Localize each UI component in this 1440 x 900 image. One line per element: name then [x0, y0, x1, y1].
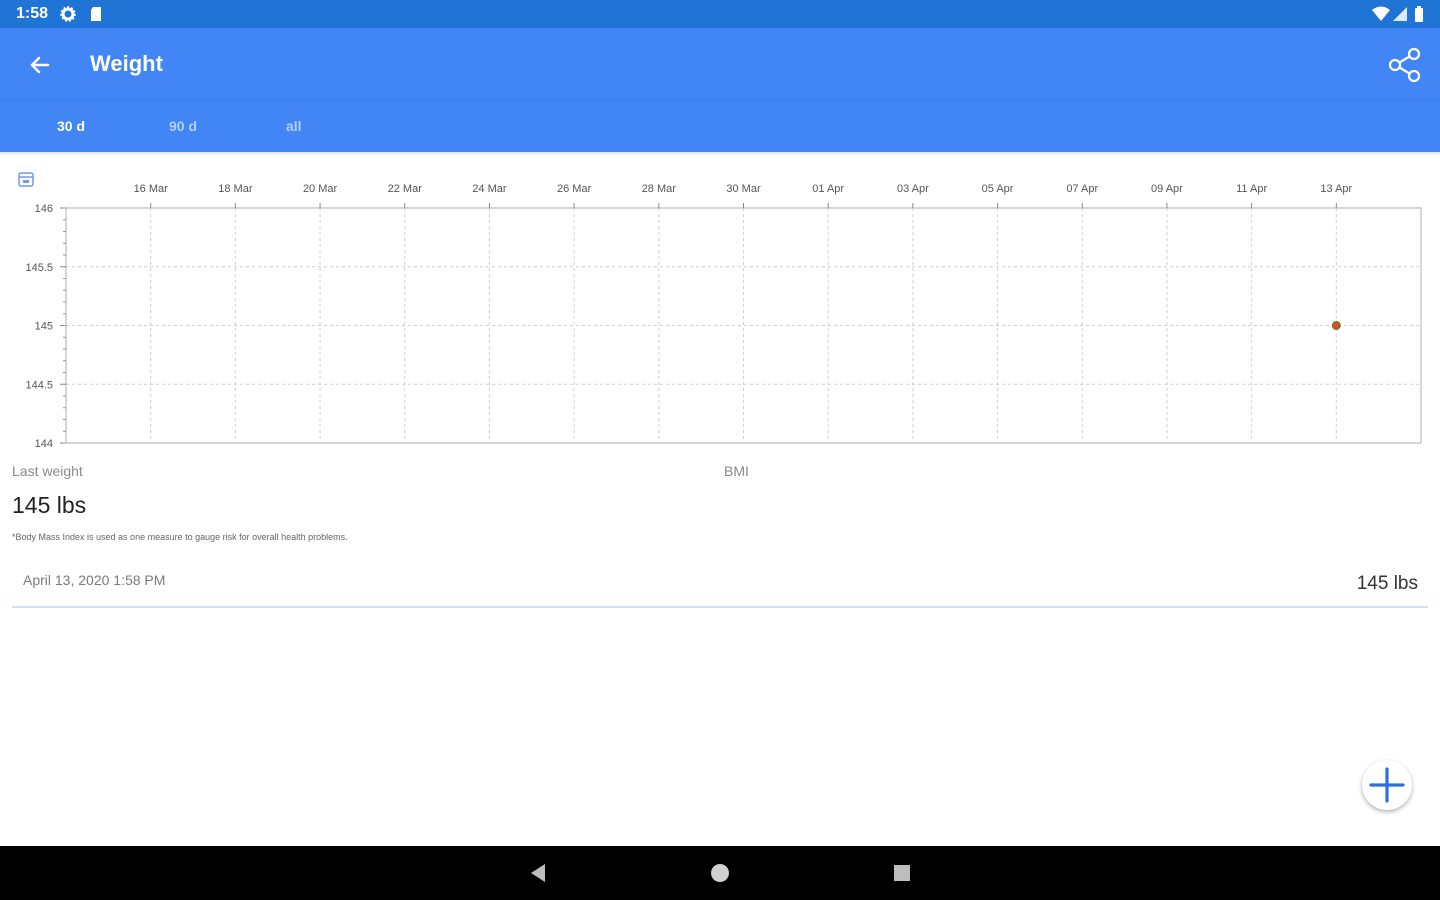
entry-divider [12, 606, 1428, 608]
y-tick-label: 146 [35, 203, 53, 215]
x-tick-label: 01 Apr [812, 183, 844, 195]
weight-screen: 1:58 Weight 30 d 90 d all 146 145.5 145 … [0, 0, 1440, 900]
last-weight-label: Last weight [12, 463, 83, 479]
nav-recents-button[interactable] [889, 860, 915, 886]
x-tick-label: 05 Apr [982, 183, 1014, 195]
calendar-icon[interactable] [18, 172, 34, 187]
x-tick-label: 26 Mar [557, 183, 592, 195]
x-tick-label: 22 Mar [388, 183, 423, 195]
last-weight-value: 145 lbs [12, 492, 87, 518]
x-tick-label: 11 Apr [1236, 183, 1267, 195]
x-tick-label: 16 Mar [134, 183, 169, 195]
entry-date: April 13, 2020 1:58 PM [23, 572, 166, 588]
y-tick-label: 145.5 [25, 262, 53, 274]
app-bar: Weight [0, 28, 1440, 100]
entry-value: 145 lbs [1356, 573, 1418, 594]
navigation-bar [0, 846, 1440, 900]
weight-chart: 146 145.5 145 144.5 144 16 Mar 18 Mar 20 Mar 22… [0, 160, 1440, 456]
chart-svg: 146 145.5 145 144.5 144 16 Mar 18 Mar 20 Mar 22… [18, 172, 1422, 450]
page-title: Weight [90, 51, 163, 76]
y-tick-label: 144.5 [25, 379, 53, 391]
share-icon [1388, 47, 1421, 83]
add-weight-button[interactable] [1362, 760, 1412, 810]
plus-icon [1369, 767, 1405, 803]
x-tick-label: 09 Apr [1151, 183, 1183, 195]
back-triangle-icon [531, 864, 545, 882]
battery-icon [1414, 6, 1424, 27]
settings-icon [60, 6, 76, 27]
tab-all[interactable]: all [286, 118, 302, 134]
x-tick-label: 30 Mar [726, 183, 761, 195]
wifi-icon [1372, 6, 1390, 27]
y-minor-ticks [63, 207, 66, 444]
tab-90d[interactable]: 90 d [169, 118, 197, 134]
y-axis-labels: 146 145.5 145 144.5 144 [25, 203, 53, 450]
x-axis-labels: 16 Mar 18 Mar 20 Mar 22 Mar 24 Mar 26 Mar 28 M… [134, 183, 1353, 195]
x-tick-label: 03 Apr [897, 183, 929, 195]
bmi-label: BMI [724, 463, 749, 479]
x-tick-label: 07 Apr [1066, 183, 1098, 195]
arrow-left-icon [30, 56, 50, 74]
bmi-note: *Body Mass Index is used as one measure … [12, 532, 348, 542]
status-bar: 1:58 [0, 0, 1440, 28]
recents-square-icon [894, 865, 910, 881]
home-circle-icon [711, 864, 729, 882]
x-tick-label: 20 Mar [303, 183, 338, 195]
data-point [1331, 321, 1341, 330]
sd-card-icon [89, 6, 103, 27]
x-tick-label: 13 Apr [1320, 183, 1352, 195]
x-tick-label: 28 Mar [642, 183, 677, 195]
tabs-shadow [0, 152, 1440, 156]
range-tabs: 30 d 90 d all [0, 100, 1440, 152]
nav-back-button[interactable] [525, 860, 551, 886]
x-tick-label: 18 Mar [218, 183, 253, 195]
data-points [1331, 321, 1341, 330]
tab-30d[interactable]: 30 d [57, 118, 85, 134]
signal-icon [1392, 6, 1408, 27]
nav-home-button[interactable] [707, 860, 733, 886]
share-button[interactable] [1386, 46, 1424, 84]
back-button[interactable] [24, 50, 54, 80]
y-tick-label: 145 [35, 321, 53, 333]
status-time: 1:58 [16, 5, 49, 22]
x-tick-label: 24 Mar [472, 183, 507, 195]
y-tick-label: 144 [35, 438, 53, 450]
